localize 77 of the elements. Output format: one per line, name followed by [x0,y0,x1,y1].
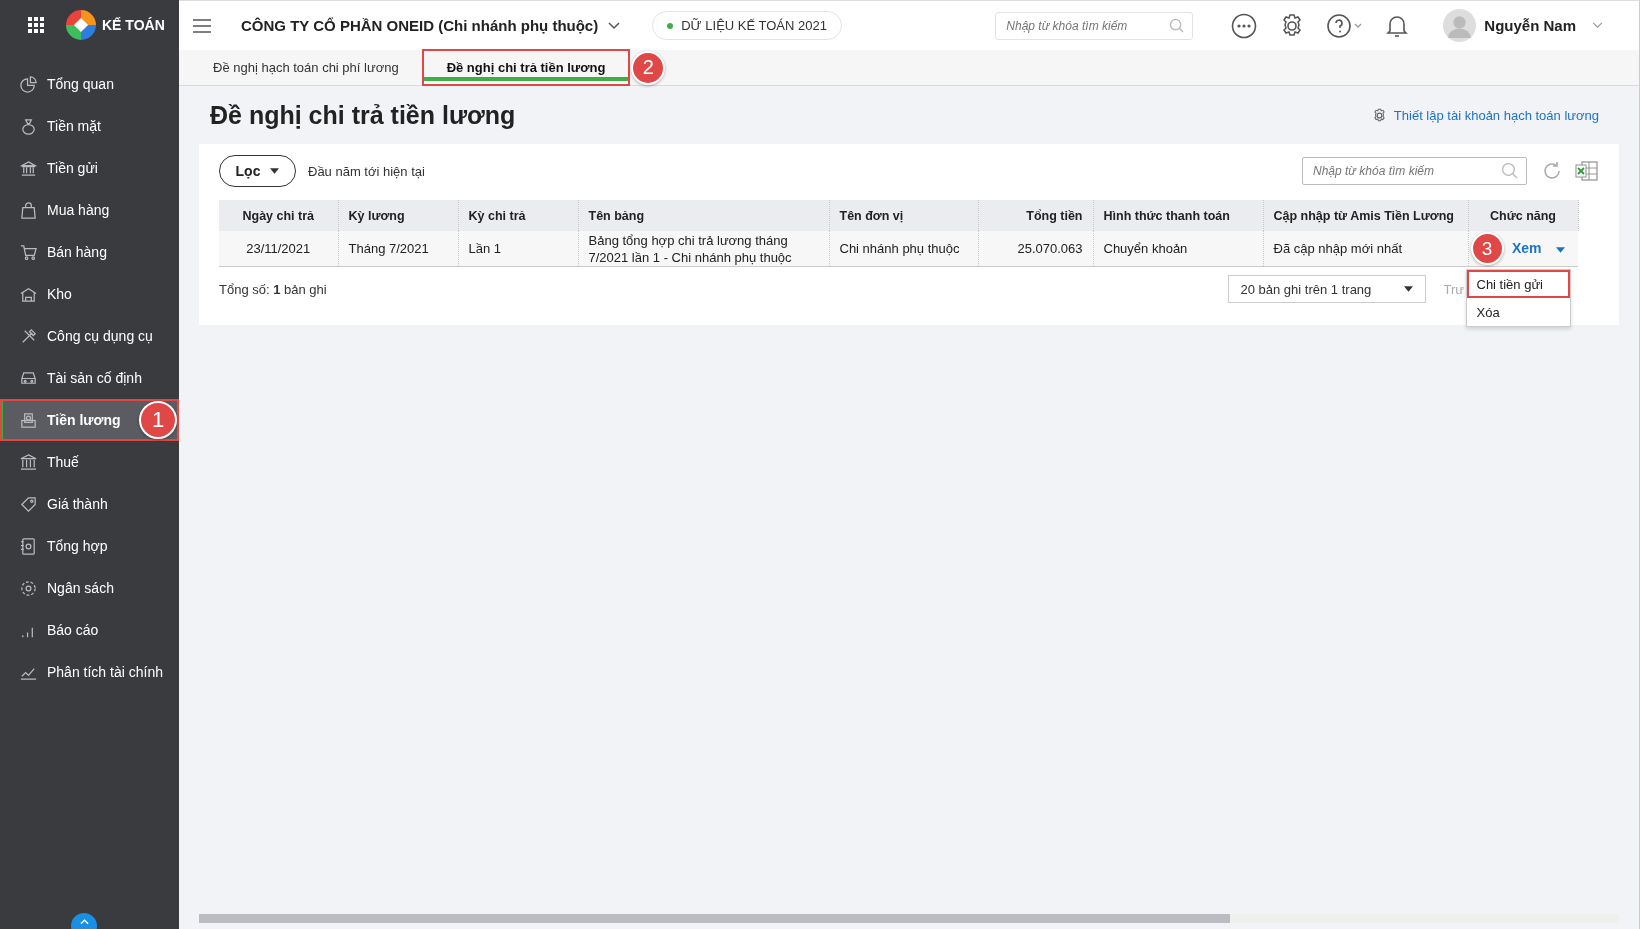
callout-badge: 2 [631,50,666,85]
gear-icon [1371,107,1387,123]
status-dot [667,22,674,29]
search-icon [1169,17,1185,33]
column-header: Kỳ lương [338,200,458,231]
search-field[interactable]: Nhập từ khóa tìm kiếm [995,11,1194,40]
table-cell: Lần 1 [458,231,578,267]
table-cell: Đã cập nhập mới nhất [1263,231,1468,267]
search-icon [1501,162,1518,179]
tab[interactable]: Đề nghị chi trả tiền lương [422,50,630,85]
page-title: Đề nghị chi trả tiền lương [210,100,517,130]
user-name[interactable]: Nguyễn Nam [1484,17,1576,34]
pie-chart-icon [19,74,38,94]
search-field[interactable]: Nhập từ khóa tìm kiếm [1302,157,1527,185]
callout-badge: 1 [139,401,177,439]
payroll-icon [19,410,38,430]
scrollbar-thumb[interactable] [199,914,1230,923]
sidebar-item[interactable]: Thuế [0,441,179,483]
column-header: Tổng tiền [978,200,1093,231]
menu-icon[interactable] [193,18,211,33]
menu-item[interactable]: Chi tiền gửi [1466,270,1570,298]
sidebar-item[interactable]: Phân tích tài chính [0,651,179,693]
column-header: Cập nhập từ Amis Tiền Lương [1263,200,1468,231]
menu-item[interactable]: Xóa [1466,298,1570,326]
tab[interactable]: Đề nghị hạch toán chi phí lương [199,50,413,85]
column-header: Kỳ chi trả [458,200,578,231]
column-header: Chức năng [1468,200,1578,231]
sidebar-item[interactable]: Báo cáo [0,609,179,651]
callout-badge: 3 [1470,232,1504,265]
column-header: Tên bảng [578,200,829,231]
period-label: Đầu năm tới hiện tại [308,163,425,179]
notebook-icon [19,536,38,556]
settings-link[interactable]: Thiết lập tài khoản hạch toán lương [1371,107,1599,123]
sidebar-item[interactable]: Bán hàng [0,231,179,273]
sidebar-item[interactable]: Kho [0,273,179,315]
view-link[interactable]: Xem [1511,240,1542,256]
caret-icon [270,168,280,174]
sidebar-item[interactable]: Tiền mặt [0,105,179,147]
column-header: Ngày chi trả [219,200,338,231]
company-name[interactable]: CÔNG TY CỔ PHẦN ONEID (Chi nhánh phụ thuộc) [241,17,599,34]
caret-icon[interactable] [1555,246,1565,253]
table-cell: Tháng 7/2021 [338,231,458,267]
sidebar-item[interactable]: Tiền gửi [0,147,179,189]
column-header: Hình thức thanh toán [1093,200,1263,231]
sidebar-item[interactable]: Tổng hợp [0,525,179,567]
column-header: Tên đơn vị [829,200,978,231]
sidebar-item[interactable]: Mua hàng [0,189,179,231]
cart-icon [19,242,38,262]
page-size-dropdown[interactable]: 20 bản ghi trên 1 trang [1227,275,1426,303]
caret-icon [1403,286,1413,292]
sidebar-item[interactable]: Ngân sách [0,567,179,609]
tag-icon [19,494,38,514]
money-bag-icon [19,116,38,136]
chevron-down-icon[interactable] [608,21,621,30]
sidebar-item[interactable]: Tài sản cố định [0,357,179,399]
sidebar-item[interactable]: Tiền lương 1 [0,399,179,441]
app-name: KẾ TOÁN [102,17,165,33]
sidebar-item[interactable]: Tổng quan [0,63,179,105]
sidebar-item[interactable]: Giá thành [0,483,179,525]
logo-icon [66,10,96,40]
record-count: Tổng số: 1 bản ghi [219,281,327,297]
bank-icon [19,452,38,472]
app-grid-icon[interactable] [28,17,44,33]
excel-icon[interactable] [1575,160,1599,182]
table-cell: 23/11/2021 [219,231,338,267]
help-icon[interactable] [1327,12,1364,39]
table-cell: Chi nhánh phụ thuộc [829,231,978,267]
table-cell: Chuyển khoản [1093,231,1263,267]
table-cell: Bảng tổng hợp chi trả lương tháng 7/2021 lần 1 - Chi nhánh phụ thuộc [578,231,829,267]
coin-icon [19,578,38,598]
filter-button[interactable]: Lọc [219,155,296,187]
chevron-up-icon [79,919,89,925]
sidebar-item[interactable]: Công cụ dụng cụ [0,315,179,357]
table-cell: 25.070.063 [978,231,1093,267]
shopping-bag-icon [19,200,38,220]
more-icon[interactable] [1231,12,1258,39]
bank-icon [19,158,38,178]
